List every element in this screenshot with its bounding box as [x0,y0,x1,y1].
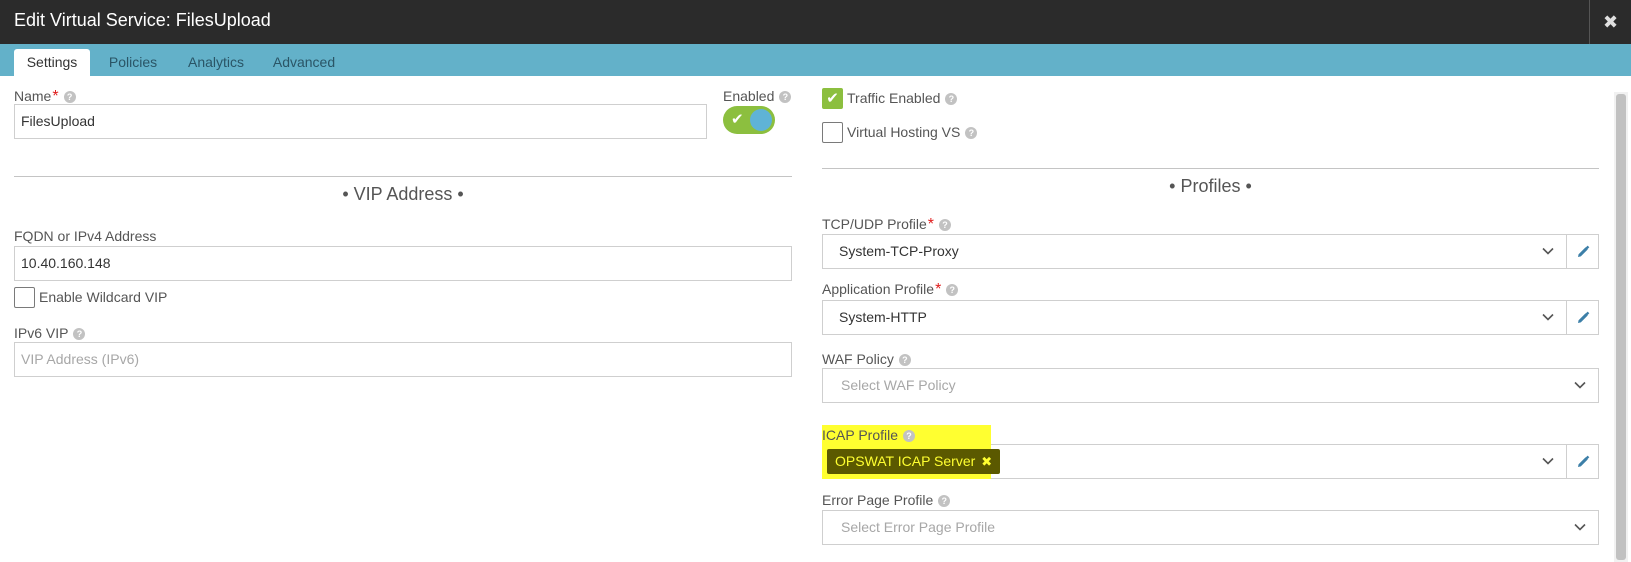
select-placeholder: Select WAF Policy [841,377,956,393]
select-placeholder: Select Error Page Profile [841,519,996,535]
pencil-icon [1577,245,1589,257]
chevron-down-icon [1574,381,1586,389]
waf-policy-label: WAF Policy? [822,351,911,367]
application-profile-label: Application Profile*? [822,281,959,299]
waf-label-text: WAF Policy [822,351,894,367]
select-value: System-TCP-Proxy [839,243,959,259]
chevron-down-icon [1542,457,1554,465]
ipv6-input[interactable]: VIP Address (IPv6) [14,342,792,377]
enabled-label-text: Enabled [723,88,775,104]
chevron-down-icon [1542,247,1554,255]
pencil-icon [1577,455,1589,467]
app-profile-label-text: Application Profile [822,281,935,297]
help-icon[interactable]: ? [945,93,958,105]
error-page-profile-select[interactable]: Select Error Page Profile [822,510,1599,545]
help-icon[interactable]: ? [898,354,911,366]
name-input[interactable]: FilesUpload [14,104,707,139]
edit-tcp-udp-profile-button[interactable] [1567,234,1599,269]
error-page-label-text: Error Page Profile [822,492,934,508]
waf-policy-select[interactable]: Select WAF Policy [822,368,1599,403]
virtual-hosting-label: Virtual Hosting VS? [847,124,978,140]
required-marker: * [935,281,942,298]
tab-advanced[interactable]: Advanced [264,49,344,76]
close-button[interactable]: ✖ [1589,0,1631,44]
tab-bar: Settings Policies Analytics Advanced [0,44,1631,76]
profiles-section: • Profiles • [822,168,1599,196]
section-title: • VIP Address • [342,184,464,204]
error-page-profile-label: Error Page Profile? [822,492,951,508]
tag-label: OPSWAT ICAP Server [835,453,976,469]
wildcard-vip-label: Enable Wildcard VIP [39,289,168,305]
help-icon[interactable]: ? [939,219,952,231]
ipv6-field-label: IPv6 VIP? [14,325,86,341]
tab-policies[interactable]: Policies [98,49,168,76]
wildcard-vip-checkbox[interactable] [14,287,35,308]
help-icon[interactable]: ? [63,91,76,103]
ipv6-label-text: IPv6 VIP [14,325,69,341]
help-icon[interactable]: ? [73,328,86,340]
name-label-text: Name [14,88,52,104]
tcp-udp-label-text: TCP/UDP Profile [822,216,927,232]
icap-profile-tag[interactable]: OPSWAT ICAP Server ✖ [827,449,1001,474]
virtual-hosting-text: Virtual Hosting VS [847,124,961,140]
window-titlebar: Edit Virtual Service: FilesUpload ✖ [0,0,1631,44]
window-title: Edit Virtual Service: FilesUpload [14,10,271,30]
icap-profile-label: ICAP Profile? [822,427,915,443]
fqdn-input[interactable]: 10.40.160.148 [14,246,792,281]
enabled-toggle[interactable]: ✔ [723,106,775,134]
help-icon[interactable]: ? [938,495,951,507]
help-icon[interactable]: ? [779,91,792,103]
tcp-udp-profile-label: TCP/UDP Profile*? [822,216,952,234]
traffic-enabled-label: Traffic Enabled? [847,90,958,106]
virtual-hosting-checkbox[interactable] [822,122,843,143]
vertical-scrollbar[interactable] [1614,92,1628,562]
traffic-enabled-text: Traffic Enabled [847,90,941,106]
remove-tag-icon[interactable]: ✖ [981,454,992,469]
tab-analytics[interactable]: Analytics [176,49,256,76]
fqdn-label: FQDN or IPv4 Address [14,228,157,244]
vip-address-section: • VIP Address • [14,176,792,204]
close-icon: ✖ [1602,11,1619,32]
check-icon: ✔ [826,90,839,107]
settings-panel: Name*? FilesUpload Enabled? ✔ • VIP Addr… [0,76,1631,562]
toggle-knob [750,109,772,131]
application-profile-select[interactable]: System-HTTP [822,300,1567,335]
scrollbar-thumb[interactable] [1616,94,1626,560]
chevron-down-icon [1574,523,1586,531]
edit-icap-profile-button[interactable] [1567,444,1599,479]
help-icon[interactable]: ? [965,127,978,139]
required-marker: * [52,88,59,105]
enabled-field-label: Enabled? [723,88,792,104]
tab-settings[interactable]: Settings [14,49,90,76]
section-title: • Profiles • [1169,176,1252,196]
icap-label-text: ICAP Profile [822,427,898,443]
tcp-udp-profile-select[interactable]: System-TCP-Proxy [822,234,1567,269]
edit-application-profile-button[interactable] [1567,300,1599,335]
check-icon: ✔ [731,111,744,128]
help-icon[interactable]: ? [903,430,915,442]
required-marker: * [927,216,935,233]
chevron-down-icon [1542,313,1554,321]
select-value: System-HTTP [839,309,927,325]
help-icon[interactable]: ? [946,284,959,296]
traffic-enabled-checkbox[interactable]: ✔ [822,88,843,109]
pencil-icon [1577,311,1589,323]
